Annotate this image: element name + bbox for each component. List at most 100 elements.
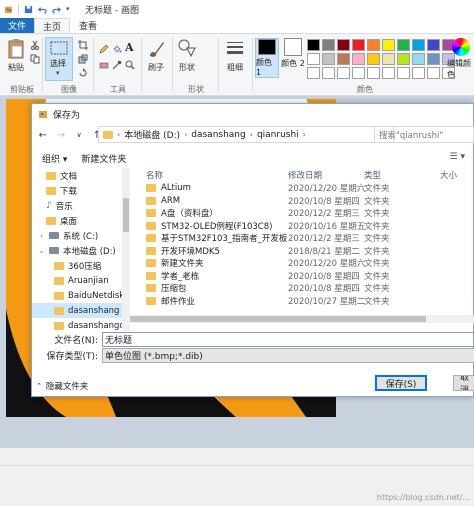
palette-swatch[interactable] [427, 53, 440, 65]
palette-swatch[interactable] [382, 53, 395, 65]
palette-swatch[interactable] [322, 67, 335, 79]
nav-item[interactable]: ♪ 音乐 [32, 198, 122, 213]
fill-icon[interactable] [112, 44, 122, 54]
file-row[interactable]: 新建文件夹 2020/12/20 星期六 文件夹 [140, 257, 474, 270]
palette-swatch[interactable] [337, 53, 350, 65]
palette-swatch[interactable] [337, 39, 350, 51]
pencil-icon[interactable] [99, 44, 109, 54]
palette-swatch[interactable] [367, 67, 380, 79]
nav-item[interactable]: BaiduNetdiskl [32, 288, 122, 303]
nav-item[interactable]: › 系统 (C:) [32, 228, 122, 243]
column-name[interactable]: 名称 [140, 169, 288, 181]
undo-icon[interactable] [38, 5, 47, 14]
palette-swatch[interactable] [397, 67, 410, 79]
palette-swatch[interactable] [307, 39, 320, 51]
resize-icon[interactable] [78, 54, 88, 64]
palette-swatch[interactable] [412, 53, 425, 65]
palette-swatch[interactable] [397, 39, 410, 51]
file-list-hscrollbar[interactable] [130, 315, 474, 323]
color-picker-icon[interactable] [112, 60, 122, 70]
save-icon[interactable] [24, 5, 33, 14]
crop-icon[interactable] [78, 40, 88, 50]
palette-swatch[interactable] [307, 53, 320, 65]
color2-button[interactable]: 颜色 2 [281, 38, 305, 78]
nav-item[interactable]: Aruanjian [32, 273, 122, 288]
palette-swatch[interactable] [337, 67, 350, 79]
filetype-select[interactable]: 单色位图 (*.bmp;*.dib) [102, 348, 474, 363]
shapes-button[interactable]: 形状 [177, 38, 197, 73]
palette-swatch[interactable] [382, 39, 395, 51]
forward-arrow-icon[interactable]: → [56, 130, 66, 141]
breadcrumb-item[interactable]: qianrushi [257, 130, 299, 140]
palette-swatch[interactable] [427, 67, 440, 79]
nav-pane-scrollbar[interactable] [122, 168, 130, 331]
palette-swatch[interactable] [367, 39, 380, 51]
qat-dropdown-icon[interactable]: ▾ [66, 5, 75, 14]
nav-item[interactable]: 下载 [32, 183, 122, 198]
file-row[interactable]: 开发环境MDK5 2018/8/21 星期二 文件夹 [140, 245, 474, 258]
text-icon[interactable]: A [125, 41, 135, 54]
search-input[interactable]: 搜索"qianrushi" [374, 126, 474, 143]
palette-swatch[interactable] [322, 53, 335, 65]
nav-item[interactable]: dasanshang [32, 303, 122, 318]
column-date[interactable]: 修改日期 [288, 169, 364, 181]
file-row[interactable]: 压缩包 2020/10/8 星期四 文件夹 [140, 282, 474, 295]
file-row[interactable]: ALtium 2020/12/20 星期六 文件夹 [140, 182, 474, 195]
file-row[interactable]: 学者_老栋 2020/10/8 星期四 文件夹 [140, 270, 474, 283]
eraser-icon[interactable] [99, 60, 109, 70]
palette-swatch[interactable] [412, 67, 425, 79]
organize-button[interactable]: 组织 ▾ [42, 152, 67, 165]
palette-swatch[interactable] [412, 39, 425, 51]
palette-swatch[interactable] [367, 53, 380, 65]
scrollbar-thumb[interactable] [130, 316, 426, 322]
scrollbar-thumb[interactable] [123, 198, 129, 232]
palette-swatch[interactable] [352, 53, 365, 65]
palette-swatch[interactable] [397, 53, 410, 65]
rotate-icon[interactable] [78, 68, 88, 78]
palette-swatch[interactable] [382, 67, 395, 79]
expand-icon[interactable]: ⌄ [38, 247, 45, 255]
palette-swatch[interactable] [427, 39, 440, 51]
palette-swatch[interactable] [307, 67, 320, 79]
file-row[interactable]: A盘（资料盘） 2020/12/2 星期三 文件夹 [140, 207, 474, 220]
column-type[interactable]: 类型 [364, 169, 440, 181]
file-row[interactable]: 基于STM32F103_指南者_开发板 2020/12/2 星期三 文件夹 [140, 232, 474, 245]
nav-item[interactable]: ⌄ 本地磁盘 (D:) [32, 243, 122, 258]
color1-button[interactable]: 颜色 1 [255, 38, 279, 78]
new-folder-button[interactable]: 新建文件夹 [81, 152, 126, 165]
back-arrow-icon[interactable]: ← [38, 130, 48, 141]
file-row[interactable]: 邮件作业 2020/10/27 星期二 文件夹 [140, 295, 474, 308]
nav-item[interactable]: 文档 [32, 168, 122, 183]
nav-item[interactable]: 桌面 [32, 213, 122, 228]
palette-swatch[interactable] [322, 39, 335, 51]
redo-icon[interactable] [52, 5, 61, 14]
brush-button[interactable]: 刷子 [146, 38, 166, 73]
expand-icon[interactable]: › [38, 232, 45, 240]
view-options-icon[interactable]: ☰ ▾ [450, 152, 465, 162]
tab-home[interactable]: 主页 [34, 18, 70, 33]
edit-colors-button[interactable]: 编辑颜色 [447, 38, 474, 80]
magnifier-icon[interactable] [125, 60, 135, 70]
save-button[interactable]: 保存(S) [375, 375, 427, 391]
tab-view[interactable]: 查看 [70, 18, 106, 33]
filename-input[interactable]: 无标题 [102, 332, 474, 347]
address-bar[interactable]: › 本地磁盘 (D:) › dasanshang › qianrushi › [98, 126, 394, 143]
hide-folders-toggle[interactable]: ⌃ 隐藏文件夹 [36, 380, 88, 392]
select-button[interactable]: 选择 ▾ [45, 37, 73, 81]
recent-dropdown-icon[interactable]: ∨ [74, 131, 84, 139]
nav-item[interactable]: 360压缩 [32, 258, 122, 273]
nav-item[interactable]: dasanshangoi [32, 318, 122, 331]
cut-icon[interactable] [30, 40, 40, 50]
paste-button[interactable]: 粘贴 [6, 38, 26, 73]
size-button[interactable]: 粗细 [225, 38, 245, 73]
file-row[interactable]: ARM 2020/10/8 星期四 文件夹 [140, 195, 474, 208]
column-size[interactable]: 大小 [440, 169, 474, 181]
palette-swatch[interactable] [352, 39, 365, 51]
breadcrumb-item[interactable]: dasanshang [191, 130, 245, 140]
tab-file[interactable]: 文件 [0, 18, 34, 33]
cancel-button[interactable]: 取消 [453, 375, 474, 391]
breadcrumb-item[interactable]: 本地磁盘 (D:) [124, 128, 180, 141]
file-row[interactable]: STM32-OLED例程(F103C8) 2020/10/16 星期五 文件夹 [140, 220, 474, 233]
palette-swatch[interactable] [352, 67, 365, 79]
copy-icon[interactable] [30, 54, 40, 64]
